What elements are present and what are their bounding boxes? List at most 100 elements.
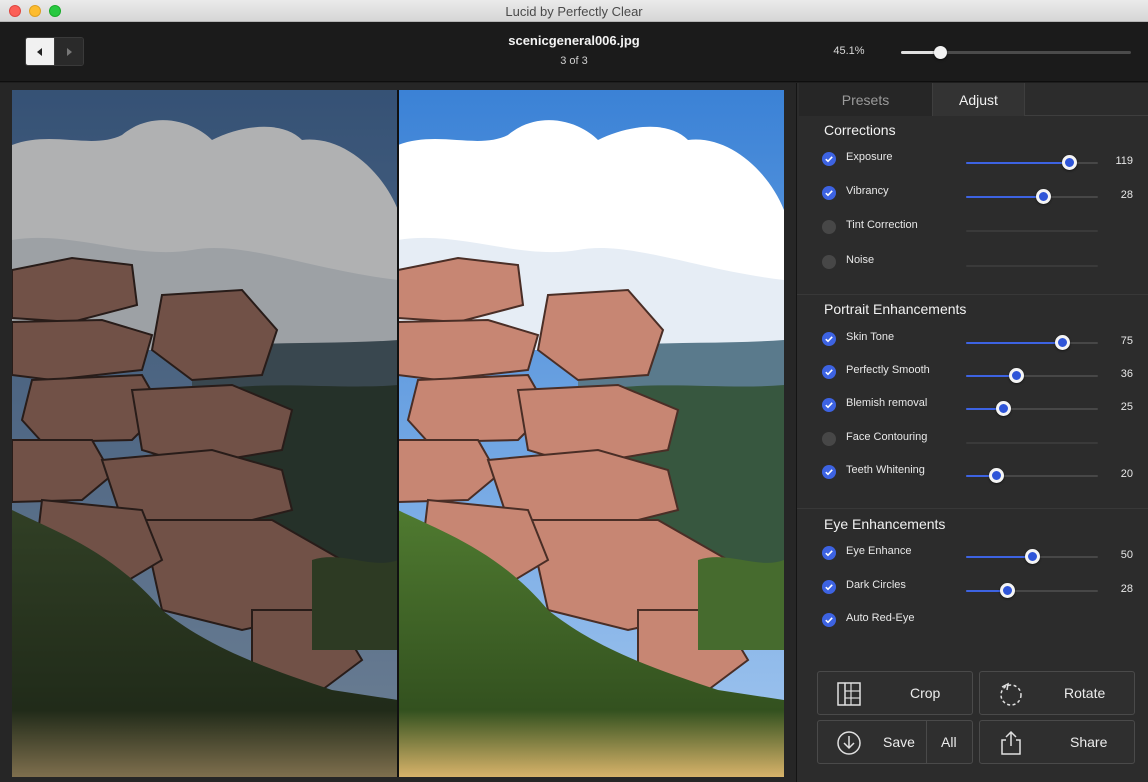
skin-tone-value: 75 (1120, 335, 1133, 347)
blemish-removal-value: 25 (1120, 401, 1133, 413)
tint-correction-checkbox[interactable] (822, 220, 836, 234)
save-button[interactable]: Save (818, 721, 926, 763)
slider-knob[interactable] (989, 468, 1005, 483)
zoom-slider[interactable] (901, 46, 1131, 59)
adjust-row-exposure: Exposure 119 (797, 146, 1148, 174)
section-divider (797, 294, 1148, 295)
exposure-slider[interactable] (966, 155, 1098, 170)
blemish-removal-slider[interactable] (966, 401, 1098, 416)
adjust-row-label: Blemish removal (846, 397, 928, 409)
file-name: scenicgeneral006.jpg (508, 33, 640, 48)
face-contouring-checkbox[interactable] (822, 432, 836, 446)
slider-knob[interactable] (1009, 368, 1025, 383)
slider-fill (966, 342, 1063, 344)
face-contouring-slider (966, 442, 1098, 444)
rotate-label: Rotate (1064, 685, 1106, 701)
window-titlebar: Lucid by Perfectly Clear (0, 0, 1148, 22)
slider-knob[interactable] (999, 583, 1015, 598)
adjust-panel: Presets Adjust Corrections Exposure 119 Vi… (796, 83, 1148, 782)
dark-circles-value: 28 (1120, 583, 1133, 595)
exposure-value: 119 (1115, 155, 1133, 167)
exposure-checkbox[interactable] (822, 152, 836, 166)
chevron-left-icon (37, 47, 43, 56)
teeth-whitening-checkbox[interactable] (822, 465, 836, 479)
zoom-level: 45.1% (833, 45, 865, 57)
dark-circles-checkbox[interactable] (822, 580, 836, 594)
save-label: Save (883, 734, 915, 750)
teeth-whitening-value: 20 (1120, 468, 1133, 480)
adjust-row-noise: Noise (797, 249, 1148, 277)
slider-knob[interactable] (1055, 335, 1071, 350)
zoom-slider-knob[interactable] (934, 46, 948, 59)
save-all-label: All (941, 734, 957, 750)
next-image-button[interactable] (54, 38, 83, 65)
adjust-row-auto-red-eye: Auto Red-Eye (797, 607, 1148, 635)
noise-checkbox[interactable] (822, 255, 836, 269)
share-icon (1001, 730, 1021, 755)
download-icon (837, 731, 861, 755)
crop-icon (837, 682, 861, 706)
adjust-row-tint-correction: Tint Correction (797, 214, 1148, 242)
slider-knob[interactable] (1061, 155, 1077, 170)
adjust-row-perfectly-smooth: Perfectly Smooth 36 (797, 359, 1148, 387)
toolbar: scenicgeneral006.jpg 3 of 3 45.1% (0, 22, 1148, 82)
before-after-divider[interactable] (397, 90, 399, 777)
checkmark-icon (825, 550, 833, 557)
adjust-row-label: Face Contouring (846, 431, 928, 443)
window-title: Lucid by Perfectly Clear (505, 4, 643, 19)
tab-adjust[interactable]: Adjust (932, 83, 1025, 116)
tab-presets[interactable]: Presets (799, 83, 932, 116)
slider-knob[interactable] (1035, 189, 1051, 204)
eye-enhance-checkbox[interactable] (822, 546, 836, 560)
perfectly-smooth-slider[interactable] (966, 368, 1098, 383)
adjust-row-blemish-removal: Blemish removal 25 (797, 392, 1148, 420)
eye-enhance-slider[interactable] (966, 549, 1098, 564)
vibrancy-checkbox[interactable] (822, 186, 836, 200)
panel-tabs: Presets Adjust (799, 83, 1148, 116)
slider-knob[interactable] (995, 401, 1011, 416)
teeth-whitening-slider[interactable] (966, 468, 1098, 483)
section-title-eye: Eye Enhancements (824, 516, 946, 532)
adjust-row-dark-circles: Dark Circles 28 (797, 574, 1148, 602)
adjust-row-label: Vibrancy (846, 185, 889, 197)
checkmark-icon (825, 617, 833, 624)
share-button[interactable]: Share (979, 720, 1135, 764)
adjust-row-vibrancy: Vibrancy 28 (797, 180, 1148, 208)
skin-tone-checkbox[interactable] (822, 332, 836, 346)
rotate-button[interactable]: Rotate (979, 671, 1135, 715)
checkmark-icon (825, 336, 833, 343)
previous-image-button[interactable] (26, 38, 55, 65)
vibrancy-value: 28 (1120, 189, 1133, 201)
section-title-portrait: Portrait Enhancements (824, 301, 967, 317)
file-count: 3 of 3 (560, 55, 588, 67)
adjust-row-eye-enhance: Eye Enhance 50 (797, 540, 1148, 568)
dark-circles-slider[interactable] (966, 583, 1098, 598)
image-navigation (25, 37, 84, 66)
auto-red-eye-checkbox[interactable] (822, 613, 836, 627)
perfectly-smooth-checkbox[interactable] (822, 365, 836, 379)
adjust-row-label: Eye Enhance (846, 545, 912, 557)
perfectly-smooth-value: 36 (1120, 368, 1133, 380)
adjust-row-label: Skin Tone (846, 331, 895, 343)
blemish-removal-checkbox[interactable] (822, 398, 836, 412)
crop-button[interactable]: Crop (817, 671, 973, 715)
adjust-row-teeth-whitening: Teeth Whitening 20 (797, 459, 1148, 487)
share-label: Share (1070, 734, 1108, 750)
checkmark-icon (825, 190, 833, 197)
eye-enhance-value: 50 (1120, 549, 1133, 561)
section-title-corrections: Corrections (824, 122, 896, 138)
save-all-button[interactable]: All (927, 721, 972, 763)
slider-fill (966, 556, 1032, 558)
checkmark-icon (825, 584, 833, 591)
chevron-right-icon (67, 47, 73, 56)
adjust-row-label: Noise (846, 254, 875, 266)
checkmark-icon (825, 469, 833, 476)
slider-fill (966, 162, 1069, 164)
skin-tone-slider[interactable] (966, 335, 1098, 350)
slider-knob[interactable] (1025, 549, 1040, 564)
vibrancy-slider[interactable] (966, 189, 1098, 204)
section-divider (797, 508, 1148, 509)
checkmark-icon (825, 369, 833, 376)
adjust-row-face-contouring: Face Contouring (797, 426, 1148, 454)
rotate-icon (1000, 682, 1022, 706)
